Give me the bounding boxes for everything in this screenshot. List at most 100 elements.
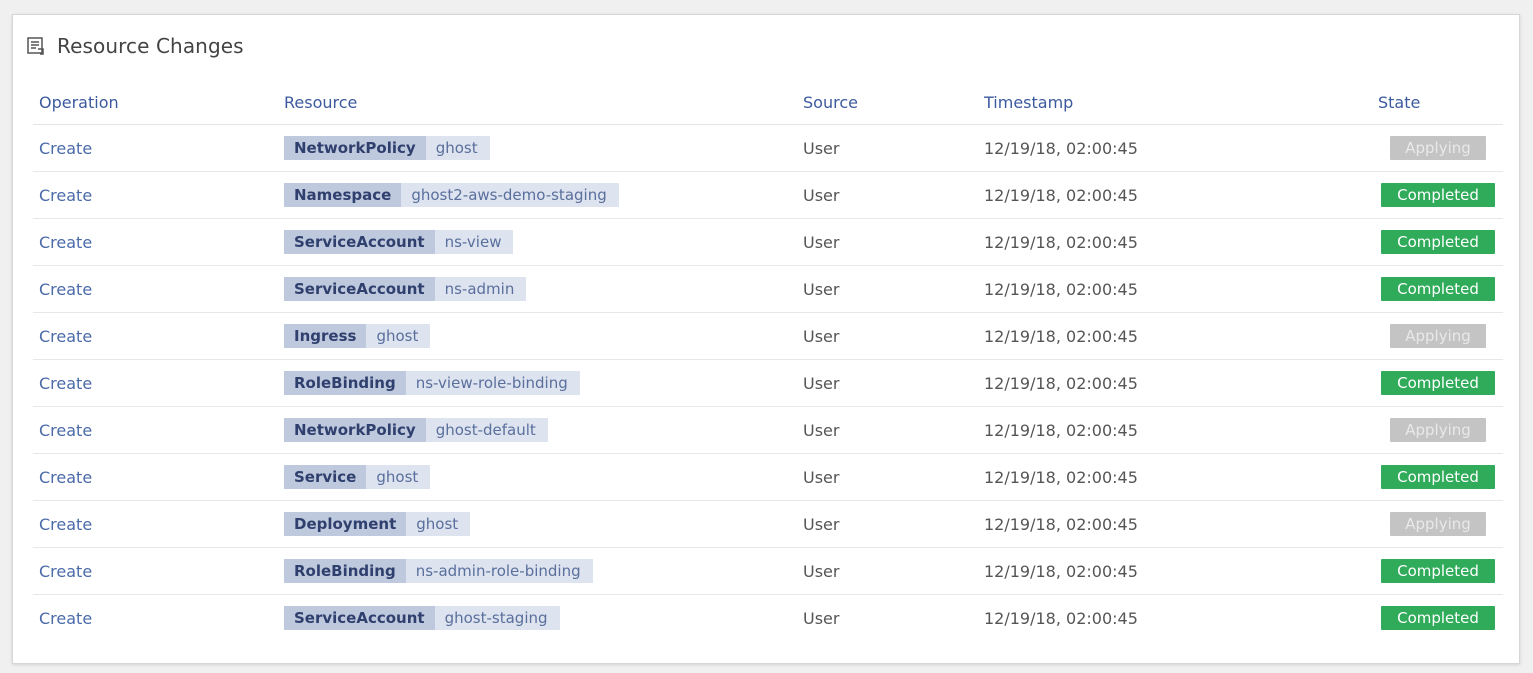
resource-cell: Ingress ghost: [278, 312, 797, 360]
resource-name: ns-admin: [444, 280, 515, 298]
table-row[interactable]: Create Ingress ghost User 12/19/18, 02:00:45…: [33, 312, 1503, 360]
column-header-state[interactable]: State: [1372, 81, 1503, 125]
resource-kind: Namespace: [284, 183, 402, 207]
timestamp-cell: 12/19/18, 02:00:45: [978, 406, 1372, 454]
table-row[interactable]: Create Deployment ghost User 12/19/18, 02:00…: [33, 500, 1503, 548]
resource-tag[interactable]: Ingress ghost: [284, 324, 431, 348]
state-cell: Applying: [1372, 312, 1503, 360]
column-header-source[interactable]: Source: [797, 81, 978, 125]
timestamp-cell: 12/19/18, 02:00:45: [978, 218, 1372, 266]
status-badge: Completed: [1381, 230, 1495, 254]
table-row[interactable]: Create RoleBinding ns-view-role-binding Use…: [33, 359, 1503, 407]
resource-cell: ServiceAccount ghost-staging: [278, 595, 797, 642]
table-row[interactable]: Create ServiceAccount ns-view User 12/19/18,…: [33, 218, 1503, 266]
resource-name: ghost-default: [435, 421, 536, 439]
state-cell: Completed: [1372, 265, 1503, 313]
table-row[interactable]: Create ServiceAccount ns-admin User 12/19/18…: [33, 265, 1503, 313]
column-header-operation[interactable]: Operation: [33, 81, 278, 125]
resource-tag[interactable]: NetworkPolicy ghost-default: [284, 418, 548, 442]
timestamp-cell: 12/19/18, 02:00:45: [978, 453, 1372, 501]
status-badge: Applying: [1390, 324, 1486, 348]
operation-cell: Create: [33, 312, 278, 360]
resource-tag[interactable]: Namespace ghost2-aws-demo-staging: [284, 183, 619, 207]
table-row[interactable]: Create NetworkPolicy ghost User 12/19/18, 02…: [33, 124, 1503, 172]
operation-cell: Create: [33, 453, 278, 501]
table-row[interactable]: Create ServiceAccount ghost-staging User 12/…: [33, 595, 1503, 642]
operation-cell: Create: [33, 265, 278, 313]
resource-name: ns-view-role-binding: [415, 374, 568, 392]
timestamp-cell: 12/19/18, 02:00:45: [978, 500, 1372, 548]
resource-cell: Deployment ghost: [278, 500, 797, 548]
resource-tag[interactable]: RoleBinding ns-admin-role-binding: [284, 559, 593, 583]
status-badge: Completed: [1381, 371, 1495, 395]
resource-changes-table: Operation Resource Source Timestamp Stat…: [33, 81, 1503, 641]
timestamp-cell: 12/19/18, 02:00:45: [978, 547, 1372, 595]
resource-tag[interactable]: Deployment ghost: [284, 512, 471, 536]
resource-tag[interactable]: ServiceAccount ns-admin: [284, 277, 527, 301]
resource-name: ghost2-aws-demo-staging: [411, 186, 607, 204]
source-cell: User: [797, 359, 978, 407]
timestamp-cell: 12/19/18, 02:00:45: [978, 265, 1372, 313]
resource-cell: Namespace ghost2-aws-demo-staging: [278, 171, 797, 219]
resource-tag[interactable]: ServiceAccount ghost-staging: [284, 606, 560, 630]
resource-kind: RoleBinding: [284, 371, 406, 395]
table-row[interactable]: Create NetworkPolicy ghost-default User 12/1…: [33, 406, 1503, 454]
state-cell: Completed: [1372, 547, 1503, 595]
resource-name: ns-view: [444, 233, 502, 251]
table-row[interactable]: Create Service ghost User 12/19/18, 02:00:45…: [33, 453, 1503, 501]
timestamp-cell: 12/19/18, 02:00:45: [978, 359, 1372, 407]
status-badge: Applying: [1390, 136, 1486, 160]
operation-cell: Create: [33, 218, 278, 266]
resource-name: ghost: [376, 468, 419, 486]
resource-kind: ServiceAccount: [284, 277, 435, 301]
resource-changes-panel: Resource Changes Operation Resource Sour…: [12, 14, 1520, 664]
resource-tag[interactable]: Service ghost: [284, 465, 431, 489]
status-badge: Completed: [1381, 465, 1495, 489]
resource-cell: ServiceAccount ns-admin: [278, 265, 797, 313]
source-cell: User: [797, 265, 978, 313]
resource-name: ghost: [435, 139, 478, 157]
status-badge: Completed: [1381, 183, 1495, 207]
resource-name: ns-admin-role-binding: [415, 562, 581, 580]
resource-kind: Service: [284, 465, 367, 489]
source-cell: User: [797, 218, 978, 266]
state-cell: Applying: [1372, 500, 1503, 548]
source-cell: User: [797, 124, 978, 172]
state-cell: Completed: [1372, 359, 1503, 407]
source-cell: User: [803, 608, 840, 628]
resource-tag[interactable]: NetworkPolicy ghost: [284, 136, 490, 160]
operation-cell: Create: [33, 171, 278, 219]
resource-cell: Service ghost: [278, 453, 797, 501]
status-badge: Applying: [1390, 418, 1486, 442]
source-cell: User: [797, 171, 978, 219]
column-header-timestamp[interactable]: Timestamp: [978, 81, 1372, 125]
resource-cell: NetworkPolicy ghost-default: [278, 406, 797, 454]
resource-kind: ServiceAccount: [284, 230, 435, 254]
panel-header: Resource Changes: [25, 32, 244, 60]
timestamp-cell: 12/19/18, 02:00:45: [978, 171, 1372, 219]
column-header-resource[interactable]: Resource: [278, 81, 797, 125]
status-badge: Completed: [1381, 559, 1495, 583]
resource-kind: NetworkPolicy: [284, 418, 426, 442]
operation-cell: Create: [33, 406, 278, 454]
source-cell: User: [797, 500, 978, 548]
status-badge: Completed: [1381, 277, 1495, 301]
resource-kind: Deployment: [284, 512, 407, 536]
source-cell: User: [797, 312, 978, 360]
resource-tag[interactable]: RoleBinding ns-view-role-binding: [284, 371, 580, 395]
operation-cell: Create: [33, 359, 278, 407]
table-row[interactable]: Create RoleBinding ns-admin-role-binding Us…: [33, 547, 1503, 595]
table-header-row: Operation Resource Source Timestamp Stat…: [33, 81, 1503, 125]
state-cell: Completed: [1372, 218, 1503, 266]
resource-kind: Ingress: [284, 324, 367, 348]
operation-cell: Create: [39, 608, 93, 628]
resource-name: ghost: [376, 327, 419, 345]
status-badge: Applying: [1390, 512, 1486, 536]
resource-cell: RoleBinding ns-admin-role-binding: [278, 547, 797, 595]
state-cell: Completed: [1372, 453, 1503, 501]
source-cell: User: [797, 453, 978, 501]
table-row[interactable]: Create Namespace ghost2-aws-demo-staging Us…: [33, 171, 1503, 219]
resource-cell: NetworkPolicy ghost: [278, 124, 797, 172]
resource-tag[interactable]: ServiceAccount ns-view: [284, 230, 514, 254]
operation-cell: Create: [33, 547, 278, 595]
